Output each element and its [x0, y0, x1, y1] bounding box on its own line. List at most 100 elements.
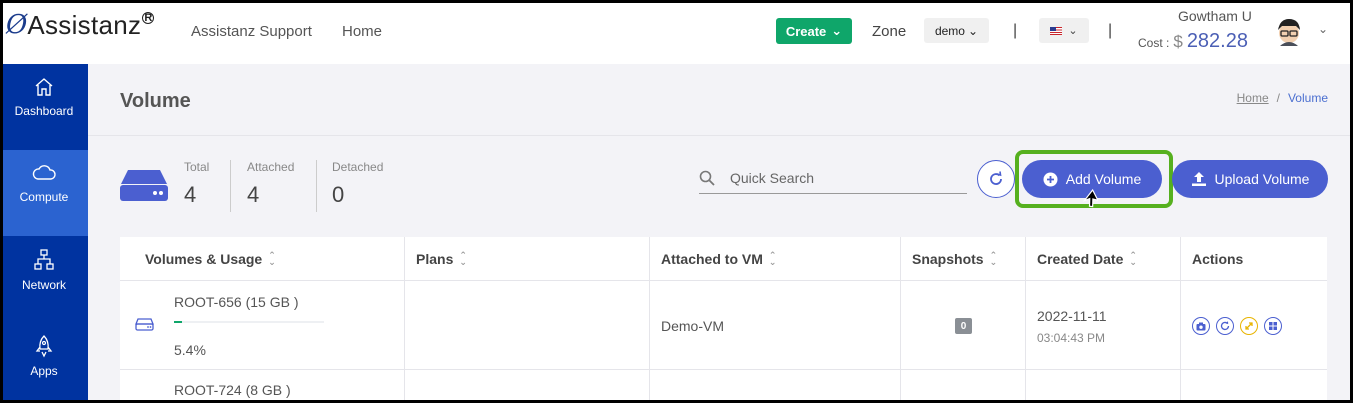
search-input[interactable]	[730, 169, 950, 186]
volumes-table: Volumes & Usage ⌃ ⌄ Plans ⌃ ⌄ Attached to …	[120, 237, 1327, 403]
nav-assistanz-support[interactable]: Assistanz Support	[191, 23, 312, 40]
sidebar-item-label: Compute	[19, 190, 69, 204]
chevron-down-icon: ⌄	[967, 23, 979, 38]
upload-volume-label: Upload Volume	[1214, 171, 1310, 187]
refresh-icon	[990, 171, 1002, 185]
zone-label: Zone	[872, 23, 907, 40]
cost-currency: $	[1173, 32, 1183, 51]
stat-value: 4	[247, 182, 260, 207]
sidebar-item-label: Network	[21, 278, 66, 292]
created-date: 2022-11-11	[1037, 308, 1107, 324]
cost-value: 282.28	[1186, 30, 1248, 52]
zone-select[interactable]: demo ⌄	[924, 18, 989, 43]
resize-action-button[interactable]	[1240, 317, 1258, 335]
user-menu-chevron-icon[interactable]: ⌄	[1318, 22, 1328, 36]
sort-icon: ⌃ ⌄	[768, 250, 777, 267]
mouse-pointer-icon	[1082, 188, 1098, 208]
cloud-icon	[32, 165, 56, 180]
created-time: 03:04:43 PM	[1037, 331, 1106, 345]
refresh-icon	[1220, 321, 1230, 331]
column-header-actions: Actions	[1192, 237, 1243, 281]
usage-fill	[174, 321, 183, 323]
refresh-action-button[interactable]	[1216, 317, 1234, 335]
breadcrumb: Home / Volume	[1237, 91, 1328, 105]
stat-value: 4	[184, 182, 197, 207]
snapshot-action-button[interactable]	[1192, 317, 1210, 335]
sidebar-item-label: Apps	[30, 364, 58, 378]
resize-icon	[1245, 322, 1253, 330]
avatar[interactable]	[1274, 16, 1304, 46]
create-label: Create	[785, 23, 827, 39]
chevron-down-icon: ⌄	[1068, 25, 1078, 37]
main-content: Volume Home / Volume Total 4 Attached 4 …	[88, 64, 1353, 403]
brand-logo[interactable]: Ø Assistanz R	[6, 10, 155, 40]
top-header: Ø Assistanz R Assistanz Support Home Cre…	[0, 0, 1353, 64]
column-header-label: Attached to VM	[661, 251, 763, 267]
page-header: Volume Home / Volume	[88, 64, 1353, 136]
volume-name[interactable]: ROOT-724 (8 GB )	[174, 382, 291, 398]
table-header: Volumes & Usage ⌃ ⌄ Plans ⌃ ⌄ Attached to …	[120, 237, 1327, 281]
breadcrumb-home[interactable]: Home	[1237, 91, 1269, 105]
attached-vm[interactable]: Demo-VM	[661, 318, 724, 334]
table-row[interactable]: ROOT-724 (8 GB )	[120, 370, 1327, 403]
usage-percent: 5.4%	[174, 342, 206, 358]
upload-volume-button[interactable]: Upload Volume	[1172, 160, 1328, 198]
create-button[interactable]: Create ⌄	[776, 18, 852, 44]
cost-display: Cost : $ 282.28	[1138, 30, 1248, 53]
refresh-button[interactable]	[977, 160, 1015, 198]
stat-label: Total	[184, 160, 210, 174]
breadcrumb-separator: /	[1276, 91, 1280, 105]
column-header-snapshots[interactable]: Snapshots ⌃ ⌄	[912, 237, 997, 281]
camera-icon	[1196, 322, 1206, 330]
sort-icon: ⌃ ⌄	[989, 250, 998, 267]
search-icon	[699, 170, 715, 186]
zone-value: demo	[934, 23, 965, 38]
sidebar-item-apps[interactable]: Apps	[0, 322, 88, 403]
stat-attached: Attached 4	[247, 160, 294, 208]
stat-total: Total 4	[184, 160, 209, 208]
sort-icon: ⌃ ⌄	[1129, 250, 1137, 267]
nav-home[interactable]: Home	[342, 23, 382, 40]
hard-drive-icon	[120, 170, 168, 201]
chevron-down-icon: ⌄	[831, 23, 843, 38]
sort-icon: ⌃ ⌄	[459, 250, 467, 267]
user-name: Gowtham U	[1178, 8, 1252, 24]
sidebar-item-compute[interactable]: Compute	[0, 150, 88, 236]
header-divider: |	[1013, 22, 1018, 39]
volume-name[interactable]: ROOT-656 (15 GB )	[174, 294, 298, 310]
stat-label: Attached	[247, 160, 295, 174]
upload-icon	[1191, 172, 1206, 186]
column-header-label: Volumes & Usage	[145, 251, 263, 267]
sidebar-item-network[interactable]: Network	[0, 236, 88, 322]
language-select[interactable]: ⌄	[1039, 18, 1089, 43]
logo-text: Assistanz	[27, 10, 142, 40]
breadcrumb-current: Volume	[1287, 91, 1328, 105]
column-header-plans[interactable]: Plans ⌃ ⌄	[416, 237, 467, 281]
search-box	[699, 162, 967, 194]
us-flag-icon	[1050, 26, 1063, 35]
header-divider: |	[1108, 22, 1113, 39]
sidebar-item-dashboard[interactable]: Dashboard	[0, 64, 88, 150]
stat-label: Detached	[332, 160, 384, 174]
column-header-created-date[interactable]: Created Date ⌃ ⌄	[1037, 237, 1137, 281]
home-icon	[35, 78, 53, 96]
sort-icon: ⌃ ⌄	[268, 250, 276, 267]
usage-bar	[174, 321, 324, 323]
sidebar: Dashboard Compute Network Apps	[0, 64, 88, 403]
cost-label: Cost :	[1138, 36, 1170, 50]
column-header-volumes[interactable]: Volumes & Usage ⌃ ⌄	[145, 237, 276, 281]
column-header-label: Actions	[1192, 251, 1244, 267]
divider	[230, 160, 231, 212]
more-actions-button[interactable]	[1264, 317, 1282, 335]
rocket-icon	[35, 335, 53, 358]
registered-mark: R	[142, 12, 155, 24]
stat-value: 0	[332, 182, 345, 207]
network-icon	[34, 249, 54, 270]
column-header-attached-vm[interactable]: Attached to VM ⌃ ⌄	[661, 237, 776, 281]
page-title: Volume	[120, 90, 191, 112]
sidebar-item-label: Dashboard	[14, 104, 74, 118]
table-row[interactable]: ROOT-656 (15 GB ) 5.4% Demo-VM 0 2022-11…	[120, 281, 1327, 370]
column-header-label: Snapshots	[912, 251, 984, 267]
grid-icon	[1269, 322, 1277, 330]
column-header-label: Plans	[416, 251, 454, 267]
